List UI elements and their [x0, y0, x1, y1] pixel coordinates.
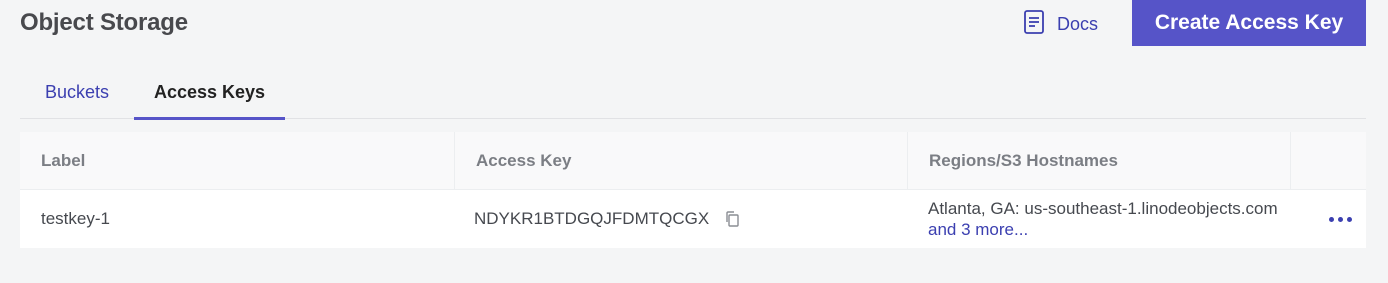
- document-icon: [1021, 9, 1047, 40]
- access-key-cell: NDYKR1BTDGQJFDMTQCGX: [455, 190, 908, 248]
- table-row: testkey-1 NDYKR1BTDGQJFDMTQCGX Atlanta, …: [20, 190, 1366, 248]
- access-key-value: NDYKR1BTDGQJFDMTQCGX: [474, 209, 710, 228]
- access-keys-table: Label Access Key Regions/S3 Hostnames te…: [20, 132, 1366, 248]
- regions-cell: Atlanta, GA: us-southeast-1.linodeobject…: [908, 190, 1291, 248]
- ellipsis-icon[interactable]: [1329, 211, 1352, 228]
- column-header-actions: [1291, 132, 1366, 190]
- tab-buckets[interactable]: Buckets: [20, 66, 134, 118]
- more-regions-link[interactable]: and 3 more...: [928, 220, 1028, 239]
- create-access-key-button[interactable]: Create Access Key: [1132, 0, 1366, 46]
- docs-label: Docs: [1057, 13, 1099, 34]
- copy-icon[interactable]: [724, 210, 740, 228]
- actions-cell: [1291, 190, 1366, 248]
- tab-bar: Buckets Access Keys: [20, 66, 1366, 120]
- regions-text: Atlanta, GA: us-southeast-1.linodeobject…: [928, 199, 1278, 218]
- page-header: Object Storage Docs Create Access Key: [20, 0, 1366, 48]
- page-title: Object Storage: [20, 9, 188, 36]
- column-header-access-key: Access Key: [455, 132, 908, 190]
- docs-link[interactable]: Docs: [1021, 9, 1099, 40]
- column-header-regions: Regions/S3 Hostnames: [908, 132, 1291, 190]
- column-header-label[interactable]: Label: [20, 132, 455, 190]
- key-label-cell: testkey-1: [41, 209, 110, 228]
- tab-access-keys[interactable]: Access Keys: [134, 66, 285, 120]
- table-header: Label Access Key Regions/S3 Hostnames: [20, 132, 1366, 190]
